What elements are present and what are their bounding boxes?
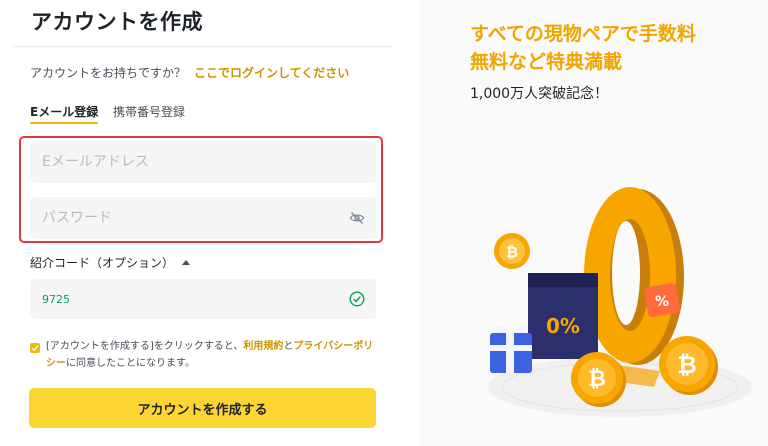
login-prompt-text: アカウントをお持ちですか？ — [30, 66, 187, 80]
terms-of-use-link[interactable]: 利用規約 — [243, 341, 283, 352]
terms-prefix: [アカウントを作成する]をクリックすると、 — [46, 341, 244, 352]
promo-subheading: 1,000万人突破記念！ — [470, 86, 609, 102]
zero-fee-illustration: 0% % ₿ ₿ ₿ — [488, 187, 752, 417]
svg-text:₿: ₿ — [677, 351, 697, 379]
svg-text:₿: ₿ — [506, 243, 518, 261]
promo-heading-line1: すべての現物ペアで手数料 — [470, 23, 696, 45]
signup-panel: アカウントを作成 アカウントをお持ちですか？ ここでログインしてください Eメール… — [0, 0, 392, 446]
tab-email-signup[interactable]: Eメール登録 — [30, 103, 99, 124]
ticket-label: 0% — [546, 314, 580, 338]
password-input[interactable] — [30, 197, 332, 239]
promo-heading: すべての現物ペアで手数料 無料など特典満載 — [470, 20, 696, 76]
page-title: アカウントを作成 — [31, 10, 203, 34]
active-tab-indicator — [30, 122, 98, 124]
referral-field-container — [30, 279, 376, 319]
eye-slash-icon[interactable] — [349, 210, 365, 226]
terms-suffix: に同意したことになります。 — [66, 358, 195, 369]
caret-up-icon — [182, 260, 191, 265]
tab-email-label: Eメール登録 — [30, 105, 99, 119]
promo-heading-line2: 無料など特典満載 — [470, 51, 623, 73]
login-link[interactable]: ここでログインしてください — [194, 66, 349, 80]
login-prompt-row: アカウントをお持ちですか？ ここでログインしてください — [30, 64, 349, 81]
referral-toggle[interactable]: 紹介コード（オプション） — [30, 254, 191, 271]
bitcoin-coin-icon: ₿ — [494, 233, 530, 269]
referral-code-input[interactable] — [30, 279, 332, 319]
terms-checkbox[interactable] — [30, 343, 40, 353]
divider — [12, 46, 392, 47]
email-field-container — [30, 141, 376, 183]
tag-label: % — [655, 294, 669, 310]
tab-phone-label: 携帯番号登録 — [113, 105, 186, 119]
discount-ticket: 0% — [528, 273, 598, 359]
terms-and: と — [283, 341, 294, 352]
email-input[interactable] — [30, 141, 332, 183]
percent-tag-icon: % — [644, 283, 680, 317]
promo-panel: すべての現物ペアで手数料 無料など特典満載 1,000万人突破記念！ 0% % … — [420, 0, 768, 446]
check-circle-icon — [349, 291, 365, 307]
checkmark-icon — [31, 345, 39, 352]
zero-badge — [584, 187, 684, 365]
password-field-container — [30, 197, 376, 239]
terms-text: [アカウントを作成する]をクリックすると、利用規約とプライバシーポリシーに同意し… — [46, 338, 376, 372]
gift-box-icon — [490, 325, 532, 373]
tab-phone-signup[interactable]: 携帯番号登録 — [113, 103, 185, 120]
svg-text:₿: ₿ — [588, 367, 606, 392]
referral-label: 紹介コード（オプション） — [30, 256, 175, 270]
create-account-button[interactable]: アカウントを作成する — [29, 388, 376, 428]
